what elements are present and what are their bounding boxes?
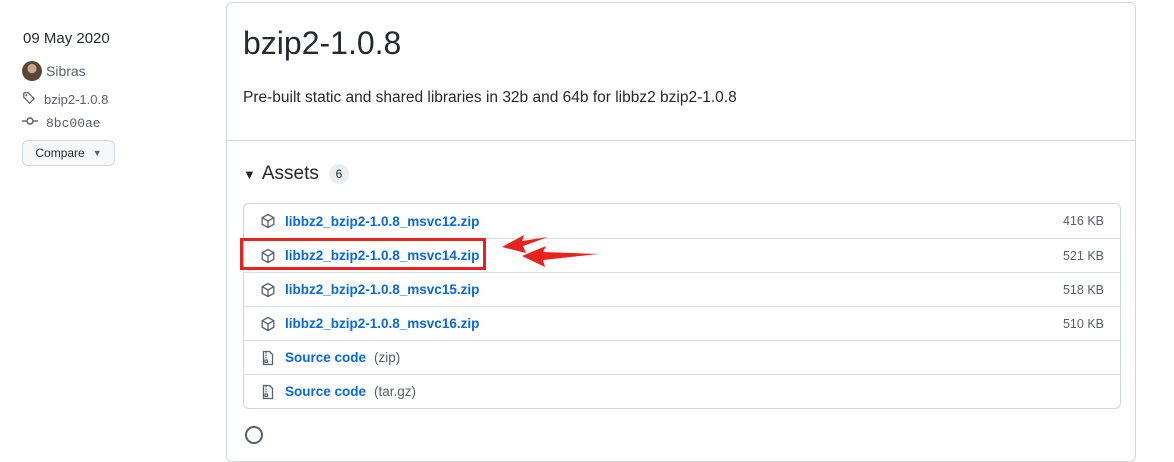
emoji-reaction-icon[interactable] <box>245 426 263 444</box>
annotation-arrows <box>502 235 598 267</box>
arrow-icon <box>522 246 598 267</box>
